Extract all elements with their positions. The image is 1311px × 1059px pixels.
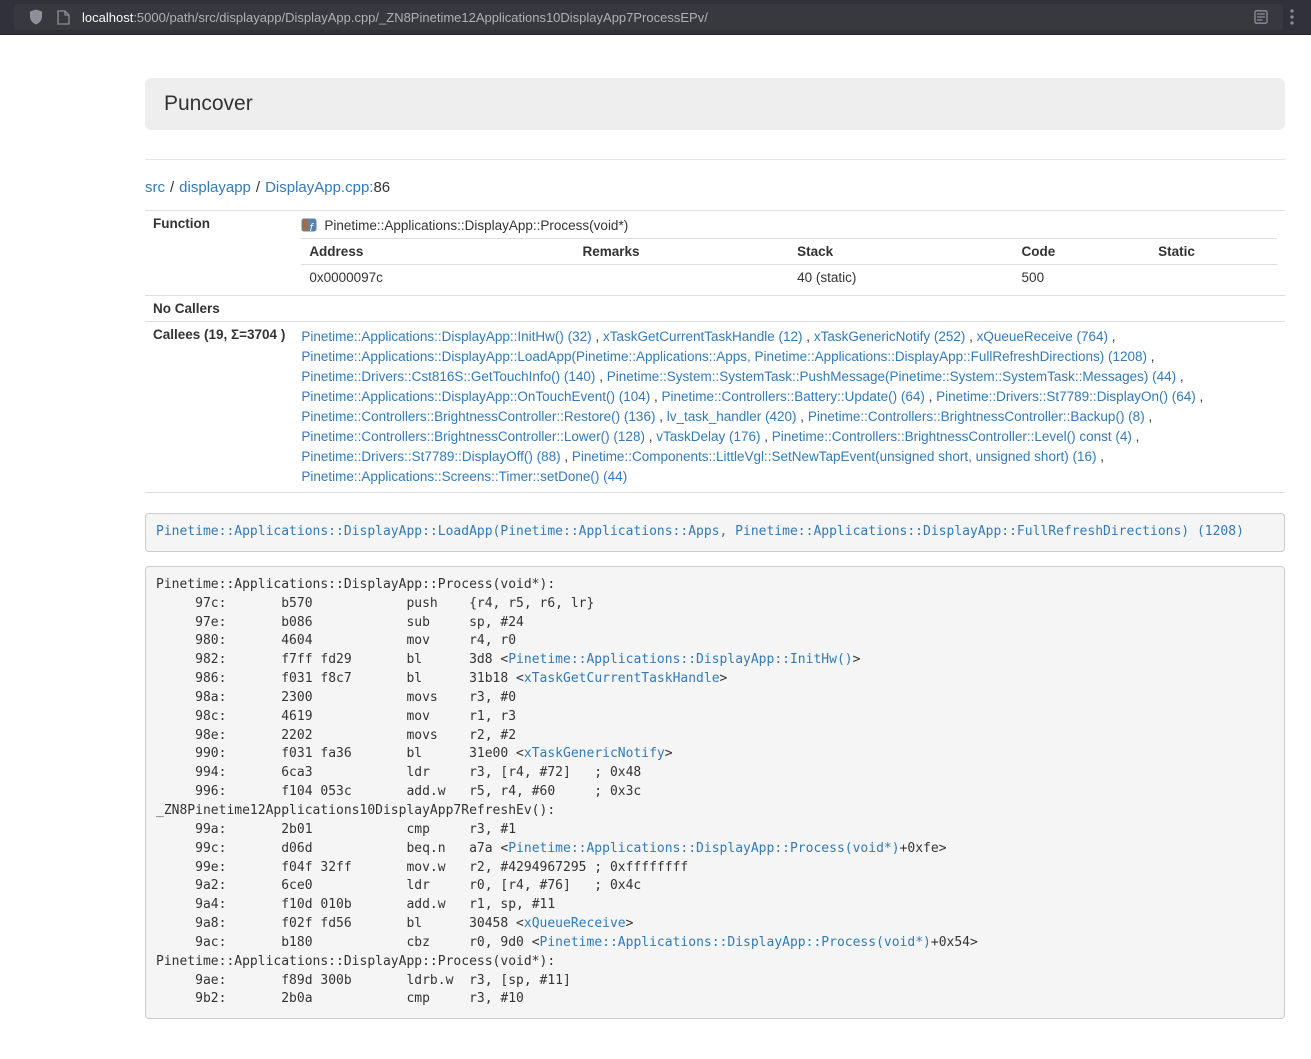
callee-separator: , — [645, 429, 656, 444]
url-hostname: localhost — [82, 10, 133, 25]
callee-link[interactable]: Pinetime::Controllers::BrightnessControl… — [301, 429, 645, 444]
reader-view-icon[interactable] — [1247, 10, 1275, 24]
callee-link[interactable]: xTaskGetCurrentTaskHandle (12) — [603, 329, 803, 344]
callees-value: Pinetime::Applications::DisplayApp::Init… — [293, 322, 1285, 493]
page-content: Puncover src / displayapp / DisplayApp.cpp:8… — [145, 78, 1285, 1019]
divider — [145, 159, 1285, 160]
page-info-icon[interactable] — [50, 10, 77, 25]
callee-separator: , — [1096, 449, 1104, 464]
code-symbol-link[interactable]: xQueueReceive — [524, 916, 626, 931]
callee-link[interactable]: Pinetime::Controllers::BrightnessControl… — [301, 409, 655, 424]
callee-separator: , — [1147, 349, 1155, 364]
callee-separator: , — [595, 369, 606, 384]
callees-list: Pinetime::Applications::DisplayApp::Init… — [301, 327, 1277, 487]
breadcrumb-separator: / — [170, 179, 174, 196]
stats-value-address: 0x0000097c — [301, 265, 574, 291]
symbol-table: Function ƒ Pinetime::Applications::Displ… — [145, 210, 1285, 493]
breadcrumb: src / displayapp / DisplayApp.cpp:86 — [145, 179, 1285, 196]
callee-separator: , — [965, 329, 976, 344]
callee-separator: , — [1108, 329, 1116, 344]
highlighted-symbol-link[interactable]: Pinetime::Applications::DisplayApp::Load… — [156, 524, 1244, 539]
callee-separator: , — [592, 329, 603, 344]
callee-separator: , — [1176, 369, 1184, 384]
callee-link[interactable]: Pinetime::Controllers::Battery::Update()… — [662, 389, 925, 404]
callee-link[interactable]: Pinetime::Applications::DisplayApp::OnTo… — [301, 389, 650, 404]
url-text: localhost:5000/path/src/displayapp/Displ… — [82, 10, 708, 25]
function-type-icon: ƒ — [301, 217, 317, 233]
function-stats-table: Address Remarks Stack Code Static 0x0000… — [301, 238, 1277, 290]
stats-header-remarks: Remarks — [575, 239, 790, 265]
function-symbol: ƒ Pinetime::Applications::DisplayApp::Pr… — [301, 217, 1277, 233]
callee-link[interactable]: Pinetime::Applications::Screens::Timer::… — [301, 469, 627, 484]
function-row-label: Function — [145, 211, 293, 296]
browser-toolbar: localhost:5000/path/src/displayapp/Displ… — [0, 0, 1311, 35]
breadcrumb-separator: / — [256, 179, 260, 196]
callee-link[interactable]: Pinetime::Controllers::BrightnessControl… — [772, 429, 1132, 444]
stats-value-remarks — [575, 265, 790, 291]
callees-label: Callees (19, Σ=3704 ) — [145, 322, 293, 493]
callee-link[interactable]: Pinetime::Controllers::BrightnessControl… — [808, 409, 1145, 424]
callee-separator: , — [655, 409, 666, 424]
code-symbol-link[interactable]: xTaskGenericNotify — [524, 746, 665, 761]
callee-separator: , — [561, 449, 572, 464]
callee-link[interactable]: Pinetime::Components::LittleVgl::SetNewT… — [572, 449, 1097, 464]
callee-link[interactable]: Pinetime::Applications::DisplayApp::Load… — [301, 349, 1147, 364]
breadcrumb-link-displayapp[interactable]: displayapp — [179, 179, 251, 196]
stats-value-row: 0x0000097c 40 (static) 500 — [301, 265, 1277, 291]
code-symbol-link[interactable]: Pinetime::Applications::DisplayApp::Proc… — [508, 841, 899, 856]
svg-text:ƒ: ƒ — [309, 221, 315, 232]
breadcrumb-line-number: 86 — [373, 179, 390, 196]
page-title: Puncover — [164, 92, 1266, 116]
code-symbol-link[interactable]: Pinetime::Applications::DisplayApp::Proc… — [540, 935, 931, 950]
callee-link[interactable]: xQueueReceive (764) — [977, 329, 1108, 344]
callee-link[interactable]: Pinetime::Applications::DisplayApp::Init… — [301, 329, 591, 344]
callee-separator: , — [1196, 389, 1204, 404]
callees-row: Callees (19, Σ=3704 ) Pinetime::Applicat… — [145, 322, 1285, 493]
no-callers-value — [293, 296, 1285, 322]
callee-link[interactable]: vTaskDelay (176) — [656, 429, 760, 444]
callee-link[interactable]: Pinetime::Drivers::Cst816S::GetTouchInfo… — [301, 369, 595, 384]
function-row-value: ƒ Pinetime::Applications::DisplayApp::Pr… — [293, 211, 1285, 296]
url-bar[interactable]: localhost:5000/path/src/displayapp/Displ… — [14, 4, 1283, 30]
no-callers-label: No Callers — [145, 296, 293, 322]
code-symbol-link[interactable]: xTaskGetCurrentTaskHandle — [524, 671, 720, 686]
disassembly-pre: Pinetime::Applications::DisplayApp::Proc… — [145, 566, 1285, 1019]
callee-separator: , — [803, 329, 814, 344]
callee-separator: , — [1132, 429, 1140, 444]
callee-separator: , — [650, 389, 661, 404]
callee-link[interactable]: Pinetime::System::SystemTask::PushMessag… — [607, 369, 1176, 384]
stats-header-code: Code — [1014, 239, 1151, 265]
browser-menu-icon[interactable] — [1283, 9, 1301, 25]
breadcrumb-link-file[interactable]: DisplayApp.cpp: — [265, 179, 373, 196]
callee-link[interactable]: xTaskGenericNotify (252) — [814, 329, 966, 344]
stats-value-static — [1150, 265, 1277, 291]
callee-link[interactable]: lv_task_handler (420) — [667, 409, 797, 424]
tracking-protection-shield-icon[interactable] — [22, 9, 50, 25]
stats-value-code: 500 — [1014, 265, 1151, 291]
stats-header-address: Address — [301, 239, 574, 265]
highlighted-symbol-pre: Pinetime::Applications::DisplayApp::Load… — [145, 513, 1285, 552]
callee-separator: , — [925, 389, 936, 404]
breadcrumb-link-src[interactable]: src — [145, 179, 165, 196]
function-symbol-name: Pinetime::Applications::DisplayApp::Proc… — [324, 218, 628, 233]
callee-separator: , — [1145, 409, 1153, 424]
callee-separator: , — [761, 429, 772, 444]
stats-header-static: Static — [1150, 239, 1277, 265]
jumbotron-header: Puncover — [145, 78, 1285, 130]
stats-value-stack: 40 (static) — [789, 265, 1013, 291]
callee-link[interactable]: Pinetime::Drivers::St7789::DisplayOff() … — [301, 449, 560, 464]
callee-link[interactable]: Pinetime::Drivers::St7789::DisplayOn() (… — [936, 389, 1196, 404]
function-row: Function ƒ Pinetime::Applications::Displ… — [145, 211, 1285, 296]
stats-header-row: Address Remarks Stack Code Static — [301, 239, 1277, 265]
callee-separator: , — [797, 409, 808, 424]
code-symbol-link[interactable]: Pinetime::Applications::DisplayApp::Init… — [508, 652, 852, 667]
no-callers-row: No Callers — [145, 296, 1285, 322]
url-path: :5000/path/src/displayapp/DisplayApp.cpp… — [133, 10, 708, 25]
stats-header-stack: Stack — [789, 239, 1013, 265]
